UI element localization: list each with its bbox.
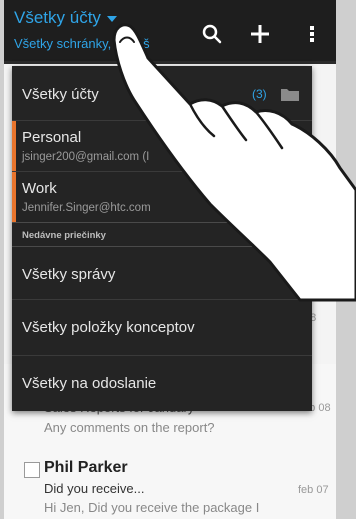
- account-email: jsinger200@gmail.com (I: [22, 151, 150, 163]
- compose-button[interactable]: [248, 22, 272, 46]
- menu-item-label: Všetky na odoslanie: [22, 375, 157, 392]
- action-bar-divider: [4, 61, 336, 64]
- menu-item-label: Všetky správy: [22, 266, 116, 283]
- select-checkbox[interactable]: [24, 462, 40, 478]
- chevron-down-icon: [106, 15, 117, 22]
- search-button[interactable]: [200, 22, 224, 46]
- account-selector-title: Všetky účty: [14, 8, 101, 27]
- email-subject: Did you receive...: [44, 481, 145, 496]
- email-preview: Hi Jen, Did you receive the package I: [44, 500, 260, 515]
- account-selector-subtitle: Všetky schránky, č. poš: [14, 36, 150, 51]
- menu-item-all-drafts[interactable]: Všetky položky konceptov: [12, 300, 312, 355]
- menu-item-label: Všetky položky konceptov: [22, 319, 195, 336]
- email-sender: Phil Parker: [44, 459, 128, 476]
- account-selector[interactable]: Všetky účty: [14, 8, 117, 28]
- menu-item-account-personal[interactable]: Personal jsinger200@gmail.com (I: [12, 121, 312, 171]
- section-header-recent-folders: Nedávne priečinky: [22, 230, 106, 241]
- device-frame: 08 Sales Reports for January Any comment…: [0, 0, 356, 519]
- divider: [12, 222, 312, 223]
- overflow-menu-button[interactable]: [300, 22, 324, 46]
- email-preview: Any comments on the report?: [44, 420, 215, 435]
- menu-item-all-messages[interactable]: Všetky správy: [12, 247, 312, 299]
- email-date: feb 07: [298, 484, 329, 496]
- action-bar: Všetky účty Všetky schránky, č. poš: [4, 0, 336, 64]
- account-name: Work: [22, 180, 57, 197]
- table-row[interactable]: Phil Parker Did you receive... Hi Jen, D…: [4, 446, 336, 519]
- account-name: Personal: [22, 129, 82, 146]
- account-dropdown: Všetky účty (3) Personal jsinger200@gmai…: [12, 66, 312, 411]
- menu-item-account-work[interactable]: Work Jennifer.Singer@htc.com: [12, 172, 312, 222]
- menu-item-label: Všetky účty: [22, 86, 99, 103]
- search-icon: [202, 24, 222, 44]
- menu-item-all-accounts[interactable]: Všetky účty (3): [12, 66, 312, 120]
- screen: 08 Sales Reports for January Any comment…: [4, 0, 336, 519]
- account-color-marker: [12, 121, 16, 171]
- unread-count-badge: (3): [252, 87, 267, 101]
- overflow-menu-icon: [310, 26, 314, 42]
- add-icon: [251, 25, 269, 43]
- account-color-marker: [12, 172, 16, 222]
- menu-item-all-outbox[interactable]: Všetky na odoslanie: [12, 356, 312, 411]
- account-email: Jennifer.Singer@htc.com: [22, 202, 151, 214]
- folder-icon[interactable]: [280, 86, 300, 102]
